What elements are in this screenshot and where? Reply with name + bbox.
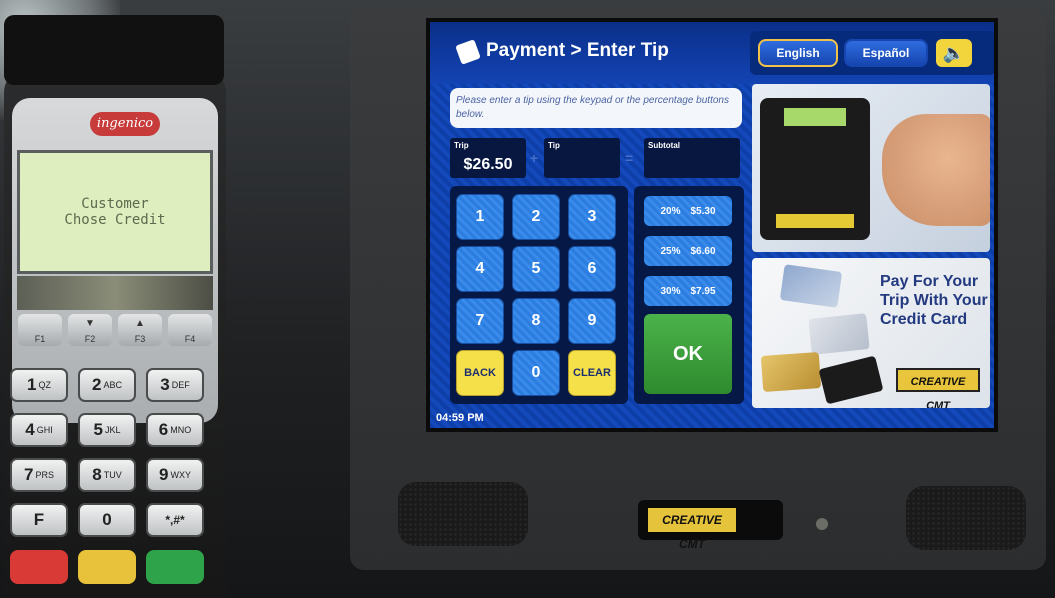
- key-3[interactable]: 3: [568, 194, 616, 240]
- key-9[interactable]: 9: [568, 298, 616, 344]
- cmt-logo: CREATIVE CMT: [648, 508, 736, 551]
- clear-button[interactable]: CLEAR: [568, 350, 616, 396]
- tip-30-button[interactable]: 30% $7.95: [644, 276, 732, 306]
- reader-enter-key[interactable]: [146, 550, 204, 584]
- ok-button[interactable]: OK: [644, 314, 732, 394]
- left-speaker-grille: [398, 482, 528, 546]
- receipt-icon: [455, 39, 481, 65]
- tip-amount-box: Tip: [544, 138, 620, 178]
- credit-card-image: [779, 264, 843, 308]
- arrow-up-icon: ▲: [135, 318, 145, 329]
- hand-swiping-card-image: [882, 114, 990, 226]
- right-speaker-grille: [906, 486, 1026, 550]
- screen-header: Payment > Enter Tip English Español 🔈: [430, 22, 994, 84]
- percentage-panel: 20% $5.30 25% $6.60 30% $7.95 OK: [634, 186, 744, 404]
- softkey-f2[interactable]: ▼ F2: [68, 314, 112, 346]
- language-bar: English Español 🔈: [750, 31, 994, 75]
- tip-20-button[interactable]: 20% $5.30: [644, 196, 732, 226]
- reader-key-f[interactable]: F: [10, 503, 68, 537]
- key-6[interactable]: 6: [568, 246, 616, 292]
- reader-key-0[interactable]: 0: [78, 503, 136, 537]
- page-title: Payment > Enter Tip: [486, 40, 669, 61]
- reader-keypad: 1 QZ 2 ABC 3 DEF 4 GHI 5 JKL 6 MNO 7 PRS 8 TUV 9…: [10, 368, 210, 584]
- reader-card-slot: [4, 15, 224, 85]
- payment-screen: Payment > Enter Tip English Español 🔈 Pl…: [426, 18, 998, 432]
- key-8[interactable]: 8: [512, 298, 560, 344]
- clock: 04:59 PM: [436, 412, 484, 424]
- key-4[interactable]: 4: [456, 246, 504, 292]
- reader-key-8[interactable]: 8 TUV: [78, 458, 136, 492]
- status-led: [816, 518, 828, 530]
- reader-key-1[interactable]: 1 QZ: [10, 368, 68, 402]
- credit-card-image: [808, 313, 870, 355]
- back-button[interactable]: BACK: [456, 350, 504, 396]
- english-button[interactable]: English: [758, 39, 838, 67]
- lcd-line-1: Customer: [81, 196, 149, 212]
- equals-sign: =: [625, 150, 634, 166]
- credit-card-image: [818, 355, 884, 405]
- reader-key-6[interactable]: 6 MNO: [146, 413, 204, 447]
- reader-key-9[interactable]: 9 WXY: [146, 458, 204, 492]
- reader-cancel-key[interactable]: [10, 550, 68, 584]
- speaker-icon[interactable]: 🔈: [936, 39, 972, 67]
- reader-softkeys: F1 ▼ F2 ▲ F3 F4: [14, 314, 216, 354]
- reader-key-7[interactable]: 7 PRS: [10, 458, 68, 492]
- softkey-f3[interactable]: ▲ F3: [118, 314, 162, 346]
- key-2[interactable]: 2: [512, 194, 560, 240]
- trip-amount-box: Trip $26.50: [450, 138, 526, 178]
- key-5[interactable]: 5: [512, 246, 560, 292]
- ad-headline: Pay For Your Trip With Your Credit Card: [880, 273, 988, 328]
- taxi-payment-scene: ingenico Customer Chose Credit F1 ▼ F2 ▲…: [0, 0, 1055, 598]
- reader-key-2[interactable]: 2 ABC: [78, 368, 136, 402]
- creative-cmt-logo: CREATIVE CMT: [896, 368, 980, 408]
- reader-key-5[interactable]: 5 JKL: [78, 413, 136, 447]
- reader-key-4[interactable]: 4 GHI: [10, 413, 68, 447]
- tip-25-button[interactable]: 25% $6.60: [644, 236, 732, 266]
- arrow-down-icon: ▼: [85, 318, 95, 329]
- card-swipe-ad: [752, 84, 990, 252]
- reader-brand-logo: ingenico: [90, 112, 160, 136]
- key-1[interactable]: 1: [456, 194, 504, 240]
- softkey-f4[interactable]: F4: [168, 314, 212, 346]
- reader-lcd-reflection: [17, 276, 213, 310]
- trip-amount: $26.50: [463, 156, 513, 173]
- tip-keypad: 1 2 3 4 5 6 7 8 9 BACK 0 CLEAR: [450, 186, 628, 404]
- reader-key-3[interactable]: 3 DEF: [146, 368, 204, 402]
- plus-sign: +: [530, 150, 539, 166]
- reader-lcd: Customer Chose Credit: [17, 150, 213, 274]
- reader-key-symbols[interactable]: *,#*: [146, 503, 204, 537]
- key-0[interactable]: 0: [512, 350, 560, 396]
- credit-card-image: [760, 352, 822, 392]
- subtotal-box: Subtotal: [644, 138, 740, 178]
- key-7[interactable]: 7: [456, 298, 504, 344]
- softkey-f1[interactable]: F1: [18, 314, 62, 346]
- instructions-text: Please enter a tip using the keypad or t…: [450, 88, 742, 128]
- card-terminal-illustration: [760, 98, 870, 240]
- card-reader: ingenico Customer Chose Credit F1 ▼ F2 ▲…: [4, 15, 226, 598]
- espanol-button[interactable]: Español: [844, 39, 928, 67]
- credit-card-ad: Pay For Your Trip With Your Credit Card …: [752, 258, 990, 408]
- terminal-brand-badge: CREATIVE CMT: [638, 500, 783, 551]
- reader-clear-key[interactable]: [78, 550, 136, 584]
- lcd-line-2: Chose Credit: [64, 212, 166, 228]
